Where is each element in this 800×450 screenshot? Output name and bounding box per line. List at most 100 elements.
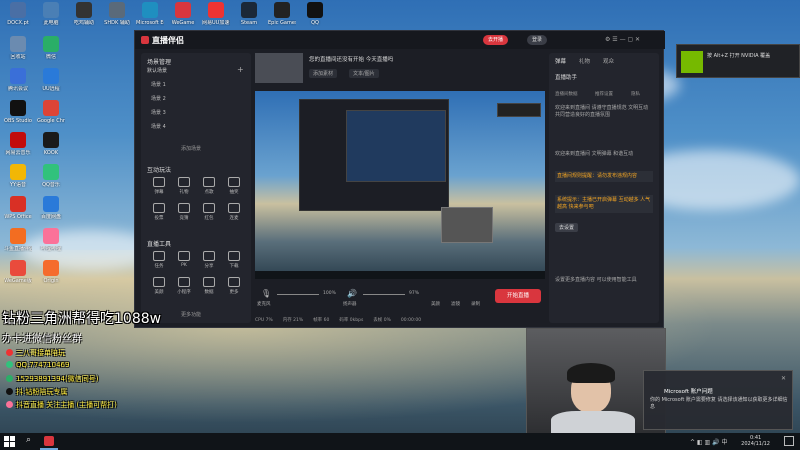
app-icon <box>10 2 26 18</box>
preview-canvas[interactable] <box>255 91 545 279</box>
clock[interactable]: 0:41 2024/11/12 <box>741 435 770 447</box>
desktop-icon[interactable]: KOOK <box>37 132 65 156</box>
desktop-icon[interactable]: QQ音乐 <box>37 164 65 188</box>
window-controls[interactable]: ⚙ ☰ — ▢ ✕ <box>605 36 640 43</box>
login-button[interactable]: 登录 <box>527 35 548 45</box>
toast-close-icon[interactable]: ✕ <box>781 375 786 382</box>
desktop-icon[interactable]: 哔哩哔哩 <box>37 228 65 252</box>
add-icon[interactable]: + <box>237 65 244 74</box>
tool-button[interactable]: 投票 <box>149 203 169 221</box>
desktop-icon-label: UU远程 <box>42 86 60 92</box>
desktop-icon[interactable]: WPS Office <box>4 196 32 220</box>
desktop-icon[interactable]: 网易UU加速器 <box>202 2 230 26</box>
desktop-icon[interactable]: UU远程 <box>37 68 65 92</box>
desktop-icon-label: WeGame版 <box>4 278 32 284</box>
assistant-link[interactable]: 隐私 <box>631 91 640 97</box>
scene-item[interactable]: 场景 4 <box>151 123 243 133</box>
add-scene-button[interactable]: 添加场景 <box>181 145 201 152</box>
tool-button[interactable]: PK <box>174 251 194 268</box>
app-icon <box>274 2 290 18</box>
tool-button[interactable]: 分享 <box>199 251 219 269</box>
tray-icons[interactable]: ^ ◧ ▥ 🔊 中 <box>690 437 727 446</box>
contact-text: QQ:774710469 <box>16 361 70 369</box>
tool-button[interactable]: 红包 <box>199 203 219 221</box>
windows-toast[interactable]: Microsoft 账户问题 你的 Microsoft 账户需要修复 请选择该通… <box>643 370 793 430</box>
notification-center-icon[interactable] <box>784 436 794 446</box>
desktop-icon[interactable]: 百度网盘 <box>37 196 65 220</box>
tool-button[interactable]: 美颜 <box>149 277 169 295</box>
contact-icon <box>6 375 13 382</box>
desktop-icon[interactable]: 吃鸡辅助 <box>70 2 98 26</box>
go-live-top-button[interactable]: 去开播 <box>483 35 509 45</box>
speaker-icon[interactable]: 🔊 <box>347 289 357 298</box>
desktop-icon-label: WPS Office <box>4 214 32 220</box>
desktop-icon[interactable]: Steam <box>235 2 263 26</box>
assistant-intro: 欢迎来到直播间 请遵守直播规范 文明互动 共同营造良好的直播氛围 <box>555 105 649 118</box>
desktop-icon[interactable]: Microsoft Edge <box>136 2 164 26</box>
scene-tab[interactable]: 默认场景 <box>147 67 167 74</box>
tab-audience[interactable]: 观众 <box>603 57 614 65</box>
app-icon <box>10 132 26 148</box>
desktop-icon[interactable]: 此电脑 <box>37 2 65 26</box>
nvidia-notification[interactable]: 按 Alt+Z 打开 NVIDIA 覆盖 <box>676 44 800 78</box>
more-tools-link[interactable]: 更多功能 <box>181 311 201 318</box>
desktop-icon[interactable]: 腾讯会议 <box>4 68 32 92</box>
beauty-button[interactable]: 美颜 <box>431 301 440 307</box>
tool-button[interactable]: 连麦 <box>224 203 244 221</box>
filter-button[interactable]: 滤镜 <box>451 301 460 307</box>
tab-gifts[interactable]: 礼物 <box>579 57 590 65</box>
tool-button[interactable]: 竞猜 <box>174 203 194 221</box>
scene-item[interactable]: 场景 1 <box>151 81 243 91</box>
highlight-message: 系统提示：主播已开启弹幕 互动越多 人气越高 快来参与吧 <box>555 195 653 213</box>
desktop-icon[interactable]: DOCX.pt <box>4 2 32 26</box>
record-button[interactable]: 录制 <box>471 301 480 307</box>
tool-button[interactable]: 小程序 <box>174 277 194 295</box>
scene-item[interactable]: 场景 3 <box>151 109 243 119</box>
desktop-icon[interactable]: 网易云音乐 <box>4 132 32 156</box>
tool-button[interactable]: 数据 <box>199 277 219 295</box>
tool-button[interactable]: 抽奖 <box>224 177 244 195</box>
desktop-icon-label: 网易UU加速器 <box>202 20 230 26</box>
speaker-slider[interactable] <box>363 294 405 295</box>
desktop-icon[interactable]: Epic Games <box>268 2 296 26</box>
mic-slider[interactable] <box>277 294 319 295</box>
live-companion-taskbar-icon[interactable] <box>44 436 54 446</box>
desktop-icon[interactable]: OBS Studio <box>4 100 32 124</box>
tool-icon <box>178 177 190 187</box>
search-icon[interactable]: ⌕ <box>26 435 31 445</box>
tool-button[interactable]: 礼物 <box>174 177 194 195</box>
assistant-link[interactable]: 直播间数据 <box>555 91 578 97</box>
add-source-button[interactable]: 添加素材 <box>309 69 338 78</box>
settings-button[interactable]: 去设置 <box>555 223 579 232</box>
scene-item[interactable]: 场景 2 <box>151 95 243 105</box>
app-title: 直播伴侣 <box>152 36 184 45</box>
tool-button[interactable]: 弹幕 <box>149 177 169 195</box>
desktop-icon[interactable]: Google Chrome <box>37 100 65 124</box>
tool-button[interactable]: 更多 <box>224 277 244 295</box>
tool-icon <box>203 203 215 213</box>
overlay-contact-line: QQ:774710469 <box>6 361 69 369</box>
desktop-icon-label: 回收站 <box>10 54 26 60</box>
mic-icon[interactable]: 🎙 <box>261 289 271 298</box>
desktop-icon[interactable]: 微信 <box>37 36 65 60</box>
add-text-button[interactable]: 文本/图片 <box>349 69 379 78</box>
desktop-icon[interactable]: 斗鱼直播伴侣 <box>4 228 32 252</box>
tool-button[interactable]: 下载 <box>224 251 244 269</box>
desktop-icon[interactable]: 回收站 <box>4 36 32 60</box>
windows-start-icon[interactable] <box>4 436 15 447</box>
start-live-button[interactable]: 开始直播 <box>495 289 541 303</box>
assistant-footer: 设置更多直播内容 可以使用智能工具 <box>555 277 637 283</box>
desktop-icon[interactable]: Origin <box>37 260 65 284</box>
tool-label: 红包 <box>204 216 214 221</box>
tab-danmaku[interactable]: 弹幕 <box>555 57 566 65</box>
desktop-icon[interactable]: WeGame版 <box>4 260 32 284</box>
desktop-icon[interactable]: QQ <box>301 2 329 26</box>
tool-button[interactable]: 点歌 <box>199 177 219 195</box>
tool-button[interactable]: 任务 <box>149 251 169 269</box>
desktop-icon[interactable]: WeGame <box>169 2 197 26</box>
nested-app-window <box>299 99 449 211</box>
tool-label: 更多 <box>229 290 239 295</box>
desktop-icon[interactable]: YY语音 <box>4 164 32 188</box>
assistant-link[interactable]: 推荐设置 <box>595 91 613 97</box>
desktop-icon[interactable]: SHDK 辅助 <box>103 2 131 26</box>
